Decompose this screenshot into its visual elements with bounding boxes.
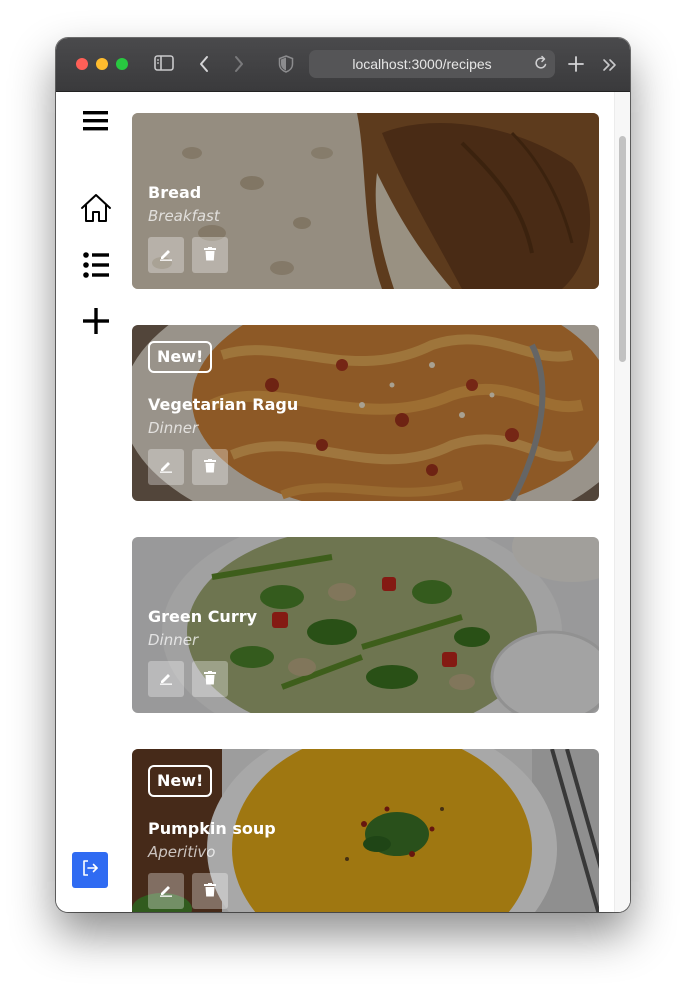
edit-button[interactable]	[148, 237, 184, 273]
browser-window: localhost:3000/recipes Bread Breakfast N…	[56, 38, 630, 912]
delete-button[interactable]	[192, 661, 228, 697]
trash-icon	[204, 670, 216, 689]
close-window-button[interactable]	[76, 58, 88, 70]
minimize-window-button[interactable]	[96, 58, 108, 70]
privacy-shield-icon[interactable]	[278, 55, 294, 77]
recipe-title: Vegetarian Ragu	[148, 395, 299, 414]
delete-button[interactable]	[192, 873, 228, 909]
sidebar-toggle-icon[interactable]	[154, 55, 174, 75]
scrollbar-thumb[interactable]	[619, 136, 626, 362]
forward-icon[interactable]	[233, 55, 245, 77]
edit-button[interactable]	[148, 873, 184, 909]
trash-icon	[204, 246, 216, 265]
recipe-category: Aperitivo	[148, 843, 216, 861]
trash-icon	[204, 882, 216, 901]
recipe-category: Dinner	[148, 631, 199, 649]
pencil-icon	[159, 458, 173, 477]
recipe-title: Bread	[148, 183, 202, 202]
delete-button[interactable]	[192, 449, 228, 485]
home-icon[interactable]	[80, 193, 112, 227]
address-bar[interactable]: localhost:3000/recipes	[309, 50, 555, 78]
scrollbar[interactable]	[614, 92, 630, 912]
maximize-window-button[interactable]	[116, 58, 128, 70]
back-icon[interactable]	[198, 55, 210, 77]
menu-icon[interactable]	[83, 110, 109, 136]
recipe-card[interactable]: Green Curry Dinner	[132, 537, 599, 713]
recipe-category: Dinner	[148, 419, 199, 437]
new-badge: New!	[148, 765, 213, 797]
recipe-title: Pumpkin soup	[148, 819, 276, 838]
recipe-card[interactable]: Bread Breakfast	[132, 113, 599, 289]
logout-icon	[81, 859, 99, 881]
pencil-icon	[159, 882, 173, 901]
delete-button[interactable]	[192, 237, 228, 273]
page-content: Bread Breakfast New! Vegetarian Ragu Din…	[56, 92, 630, 912]
list-icon[interactable]	[83, 252, 109, 282]
edit-button[interactable]	[148, 661, 184, 697]
reload-icon[interactable]	[534, 55, 548, 75]
recipe-title: Green Curry	[148, 607, 258, 626]
recipe-category: Breakfast	[148, 207, 220, 225]
recipe-card[interactable]: New! Vegetarian Ragu Dinner	[132, 325, 599, 501]
logout-button[interactable]	[72, 852, 108, 888]
more-tabs-icon[interactable]	[602, 57, 618, 76]
browser-toolbar: localhost:3000/recipes	[56, 38, 630, 92]
recipe-card[interactable]: New! Pumpkin soup Aperitivo	[132, 749, 599, 912]
url-text: localhost:3000/recipes	[352, 56, 492, 72]
trash-icon	[204, 458, 216, 477]
pencil-icon	[159, 246, 173, 265]
new-badge: New!	[148, 341, 213, 373]
edit-button[interactable]	[148, 449, 184, 485]
add-icon[interactable]	[83, 308, 109, 338]
new-tab-icon[interactable]	[568, 56, 584, 76]
pencil-icon	[159, 670, 173, 689]
